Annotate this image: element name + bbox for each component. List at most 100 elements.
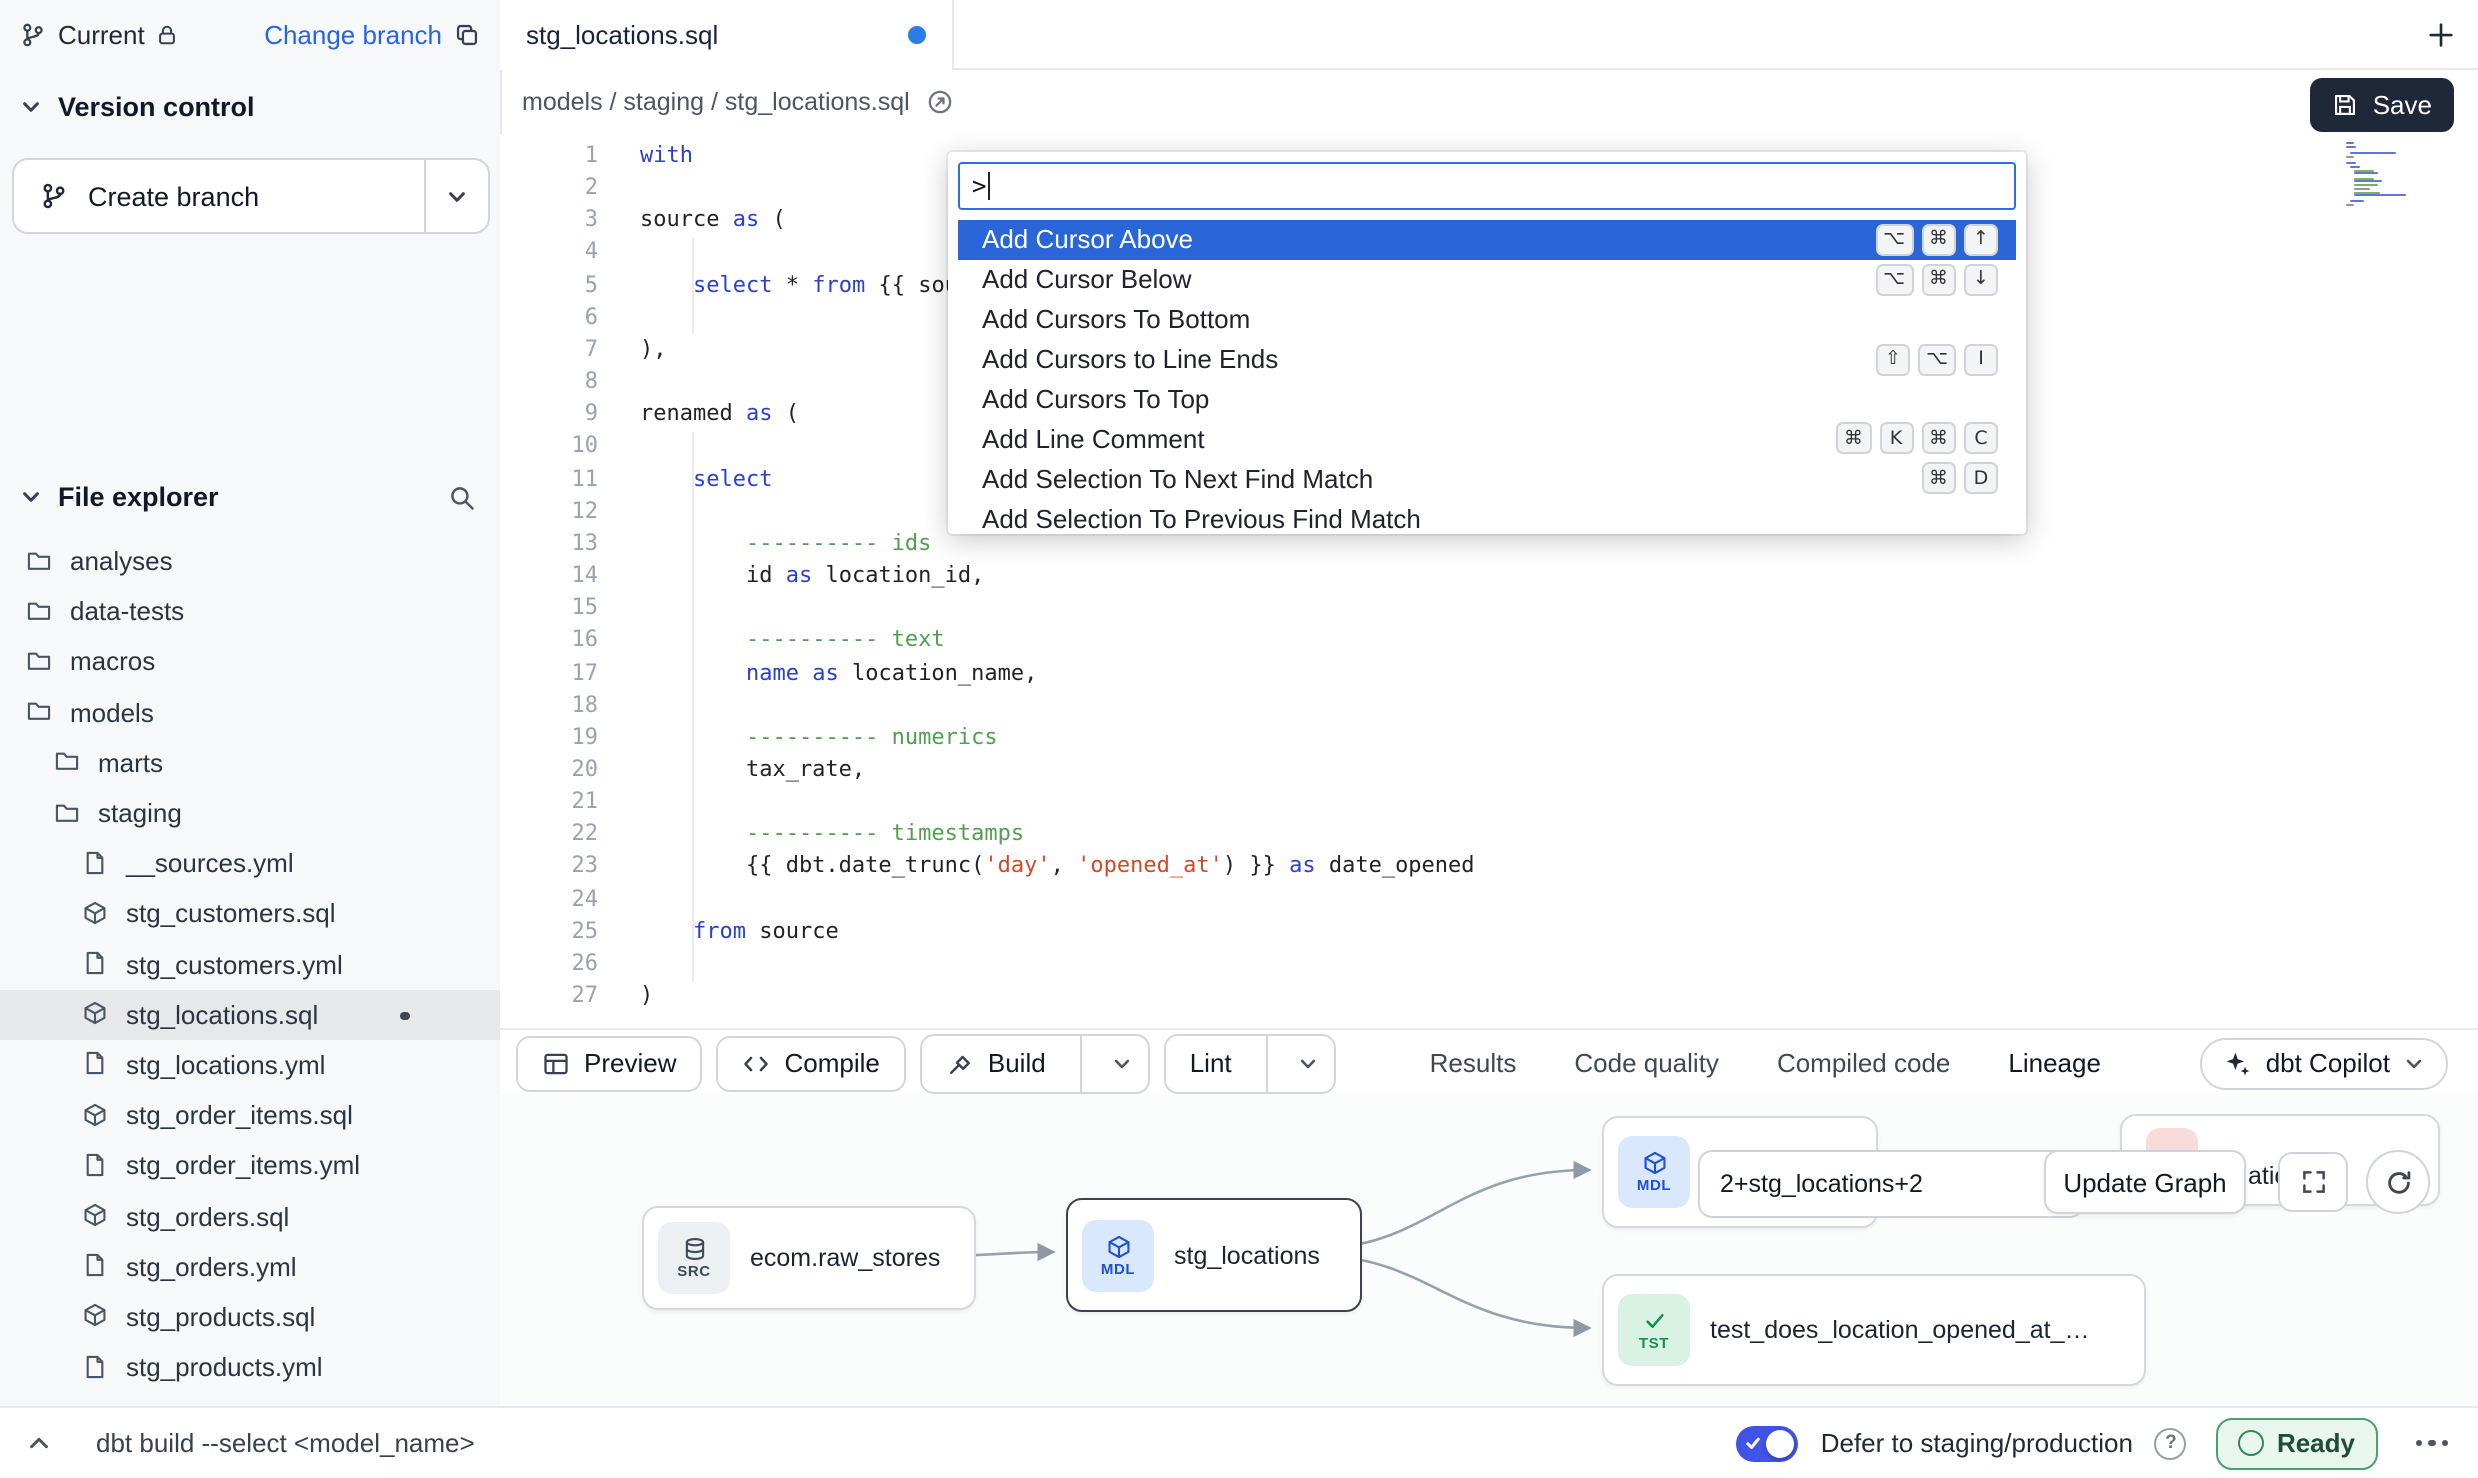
create-branch-main[interactable]: Create branch [14, 160, 424, 232]
model-tile: MDL [1618, 1136, 1690, 1208]
cube-icon [1105, 1233, 1131, 1259]
palette-item-add-cursors-to-bottom[interactable]: Add Cursors To Bottom [958, 300, 2016, 340]
lint-button[interactable]: Lint [1166, 1035, 1252, 1091]
lineage-selector-value: 2+stg_locations+2 [1720, 1170, 1923, 1198]
lock-icon [157, 24, 179, 46]
cube-icon [1641, 1150, 1667, 1176]
new-tab-button[interactable] [2426, 20, 2456, 50]
minimap[interactable] [2346, 142, 2402, 206]
tab-compiled-code[interactable]: Compiled code [1777, 1030, 1950, 1096]
git-branch-icon [40, 182, 68, 210]
tree-item-stg-locations-sql[interactable]: stg_locations.sql [0, 989, 500, 1039]
minimap-line [2350, 199, 2364, 201]
line-number: 26 [500, 948, 598, 980]
code-line: ---------- timestamps [640, 819, 1475, 851]
tab-lineage[interactable]: Lineage [2008, 1030, 2101, 1096]
shortcut-keys: ⌥⌘↓ [1875, 264, 1998, 296]
palette-item-add-cursors-to-top[interactable]: Add Cursors To Top [958, 379, 2016, 419]
version-control-section-header[interactable]: Version control [20, 92, 255, 122]
build-dropdown-button[interactable] [1096, 1035, 1148, 1091]
refresh-button[interactable] [2366, 1150, 2430, 1214]
create-branch-button[interactable]: Create branch [12, 158, 490, 234]
code-line [640, 689, 1475, 721]
tree-item-stg-products-sql[interactable]: stg_products.sql [0, 1292, 500, 1342]
chevron-down-icon [20, 96, 42, 118]
compile-button[interactable]: Compile [717, 1035, 906, 1091]
code-line [640, 948, 1475, 980]
chevron-up-icon[interactable] [26, 1430, 52, 1456]
tree-item-models[interactable]: models [0, 687, 500, 737]
lineage-panel[interactable]: ations SRC ecom.raw_stores MDL stg_locat… [500, 1094, 2478, 1406]
palette-item-add-cursors-to-line-ends[interactable]: Add Cursors to Line Ends⇧⌥I [958, 339, 2016, 379]
create-branch-dropdown-button[interactable] [426, 160, 488, 232]
palette-item-add-cursor-below[interactable]: Add Cursor Below⌥⌘↓ [958, 260, 2016, 300]
expand-icon [2299, 1168, 2327, 1196]
tree-item-data-tests[interactable]: data-tests [0, 586, 500, 636]
tree-item-staging[interactable]: staging [0, 788, 500, 838]
tree-item-label: __sources.yml [126, 848, 294, 878]
palette-item-add-line-comment[interactable]: Add Line Comment⌘K⌘C [958, 419, 2016, 459]
tree-item-stg-customers-yml[interactable]: stg_customers.yml [0, 939, 500, 989]
palette-item-add-selection-to-next-find-match[interactable]: Add Selection To Next Find Match⌘D [958, 459, 2016, 499]
tree-item-marts[interactable]: marts [0, 738, 500, 788]
code-line: id as location_id, [640, 560, 1475, 592]
search-icon[interactable] [448, 483, 476, 511]
lineage-node-test[interactable]: TST test_does_location_opened_at_trunc_t… [1602, 1274, 2146, 1386]
palette-item-add-cursor-above[interactable]: Add Cursor Above⌥⌘↑ [958, 220, 2016, 260]
tree-item-label: stg_products.sql [126, 1302, 315, 1332]
update-graph-button[interactable]: Update Graph [2044, 1150, 2246, 1214]
tree-item-stg-orders-sql[interactable]: stg_orders.sql [0, 1191, 500, 1241]
file-icon [82, 1051, 108, 1077]
tree-item-stg-order-items-sql[interactable]: stg_order_items.sql [0, 1090, 500, 1140]
tree-item-stg-products-yml[interactable]: stg_products.yml [0, 1342, 500, 1392]
file-icon [82, 1252, 108, 1278]
build-button[interactable]: Build [922, 1035, 1066, 1091]
tab-results[interactable]: Results [1430, 1030, 1517, 1096]
code-line: ---------- text [640, 625, 1475, 657]
chevron-down-icon [20, 486, 42, 508]
folder-icon [26, 598, 52, 624]
lint-label: Lint [1190, 1048, 1232, 1078]
minimap-line [2346, 161, 2356, 163]
lineage-node-ecom-raw-stores[interactable]: SRC ecom.raw_stores [642, 1206, 976, 1310]
tree-item-macros[interactable]: macros [0, 637, 500, 687]
tree-item-stg-locations-yml[interactable]: stg_locations.yml [0, 1040, 500, 1090]
copy-branch-icon[interactable] [454, 22, 480, 48]
save-button[interactable]: Save [2311, 78, 2454, 132]
fullscreen-button[interactable] [2278, 1152, 2348, 1212]
line-number: 10 [500, 431, 598, 463]
defer-toggle[interactable] [1737, 1425, 1799, 1461]
palette-item-add-selection-to-previous-find-match[interactable]: Add Selection To Previous Find Match [958, 498, 2016, 534]
help-icon[interactable]: ? [2155, 1427, 2187, 1459]
tree-item-label: stg_orders.yml [126, 1251, 297, 1281]
file-tree: analysesdata-testsmacrosmodelsmartsstagi… [0, 522, 500, 1392]
branch-bar: Current Change branch [0, 0, 500, 70]
dbt-copilot-button[interactable]: dbt Copilot [2200, 1037, 2448, 1089]
line-number: 18 [500, 689, 598, 721]
keycap: ⌥ [1875, 224, 1913, 256]
more-options-button[interactable] [2411, 1432, 2452, 1455]
tab-stg-locations-sql[interactable]: stg_locations.sql [500, 0, 954, 70]
lineage-selector-input[interactable]: 2+stg_locations+2 [1698, 1150, 2084, 1218]
keycap: ⌘ [1921, 423, 1956, 455]
ready-status-badge: Ready [2217, 1417, 2377, 1469]
preview-button[interactable]: Preview [516, 1035, 703, 1091]
lint-dropdown-button[interactable] [1282, 1035, 1334, 1091]
tree-item-stg-order-items-yml[interactable]: stg_order_items.yml [0, 1141, 500, 1191]
node-label: test_does_location_opened_at_trunc_t… [1710, 1316, 2094, 1344]
file-explorer-header[interactable]: File explorer [0, 472, 500, 522]
tree-item-stg-customers-sql[interactable]: stg_customers.sql [0, 889, 500, 939]
source-tile: SRC [658, 1222, 730, 1294]
breadcrumb: models / staging / stg_locations.sql [522, 88, 910, 116]
tree-item-stg-orders-yml[interactable]: stg_orders.yml [0, 1241, 500, 1291]
change-branch-link[interactable]: Change branch [264, 20, 442, 50]
lineage-node-stg-locations[interactable]: MDL stg_locations [1066, 1198, 1362, 1312]
tree-item-analyses[interactable]: analyses [0, 536, 500, 586]
unsaved-indicator-dot [908, 26, 926, 44]
command-palette-input[interactable]: > [958, 162, 2016, 210]
docs-compass-icon[interactable] [926, 88, 954, 116]
tab-code-quality[interactable]: Code quality [1574, 1030, 1719, 1096]
line-number: 21 [500, 786, 598, 818]
command-palette: > Add Cursor Above⌥⌘↑Add Cursor Below⌥⌘↓… [948, 152, 2026, 534]
tree-item--sources-yml[interactable]: __sources.yml [0, 838, 500, 888]
